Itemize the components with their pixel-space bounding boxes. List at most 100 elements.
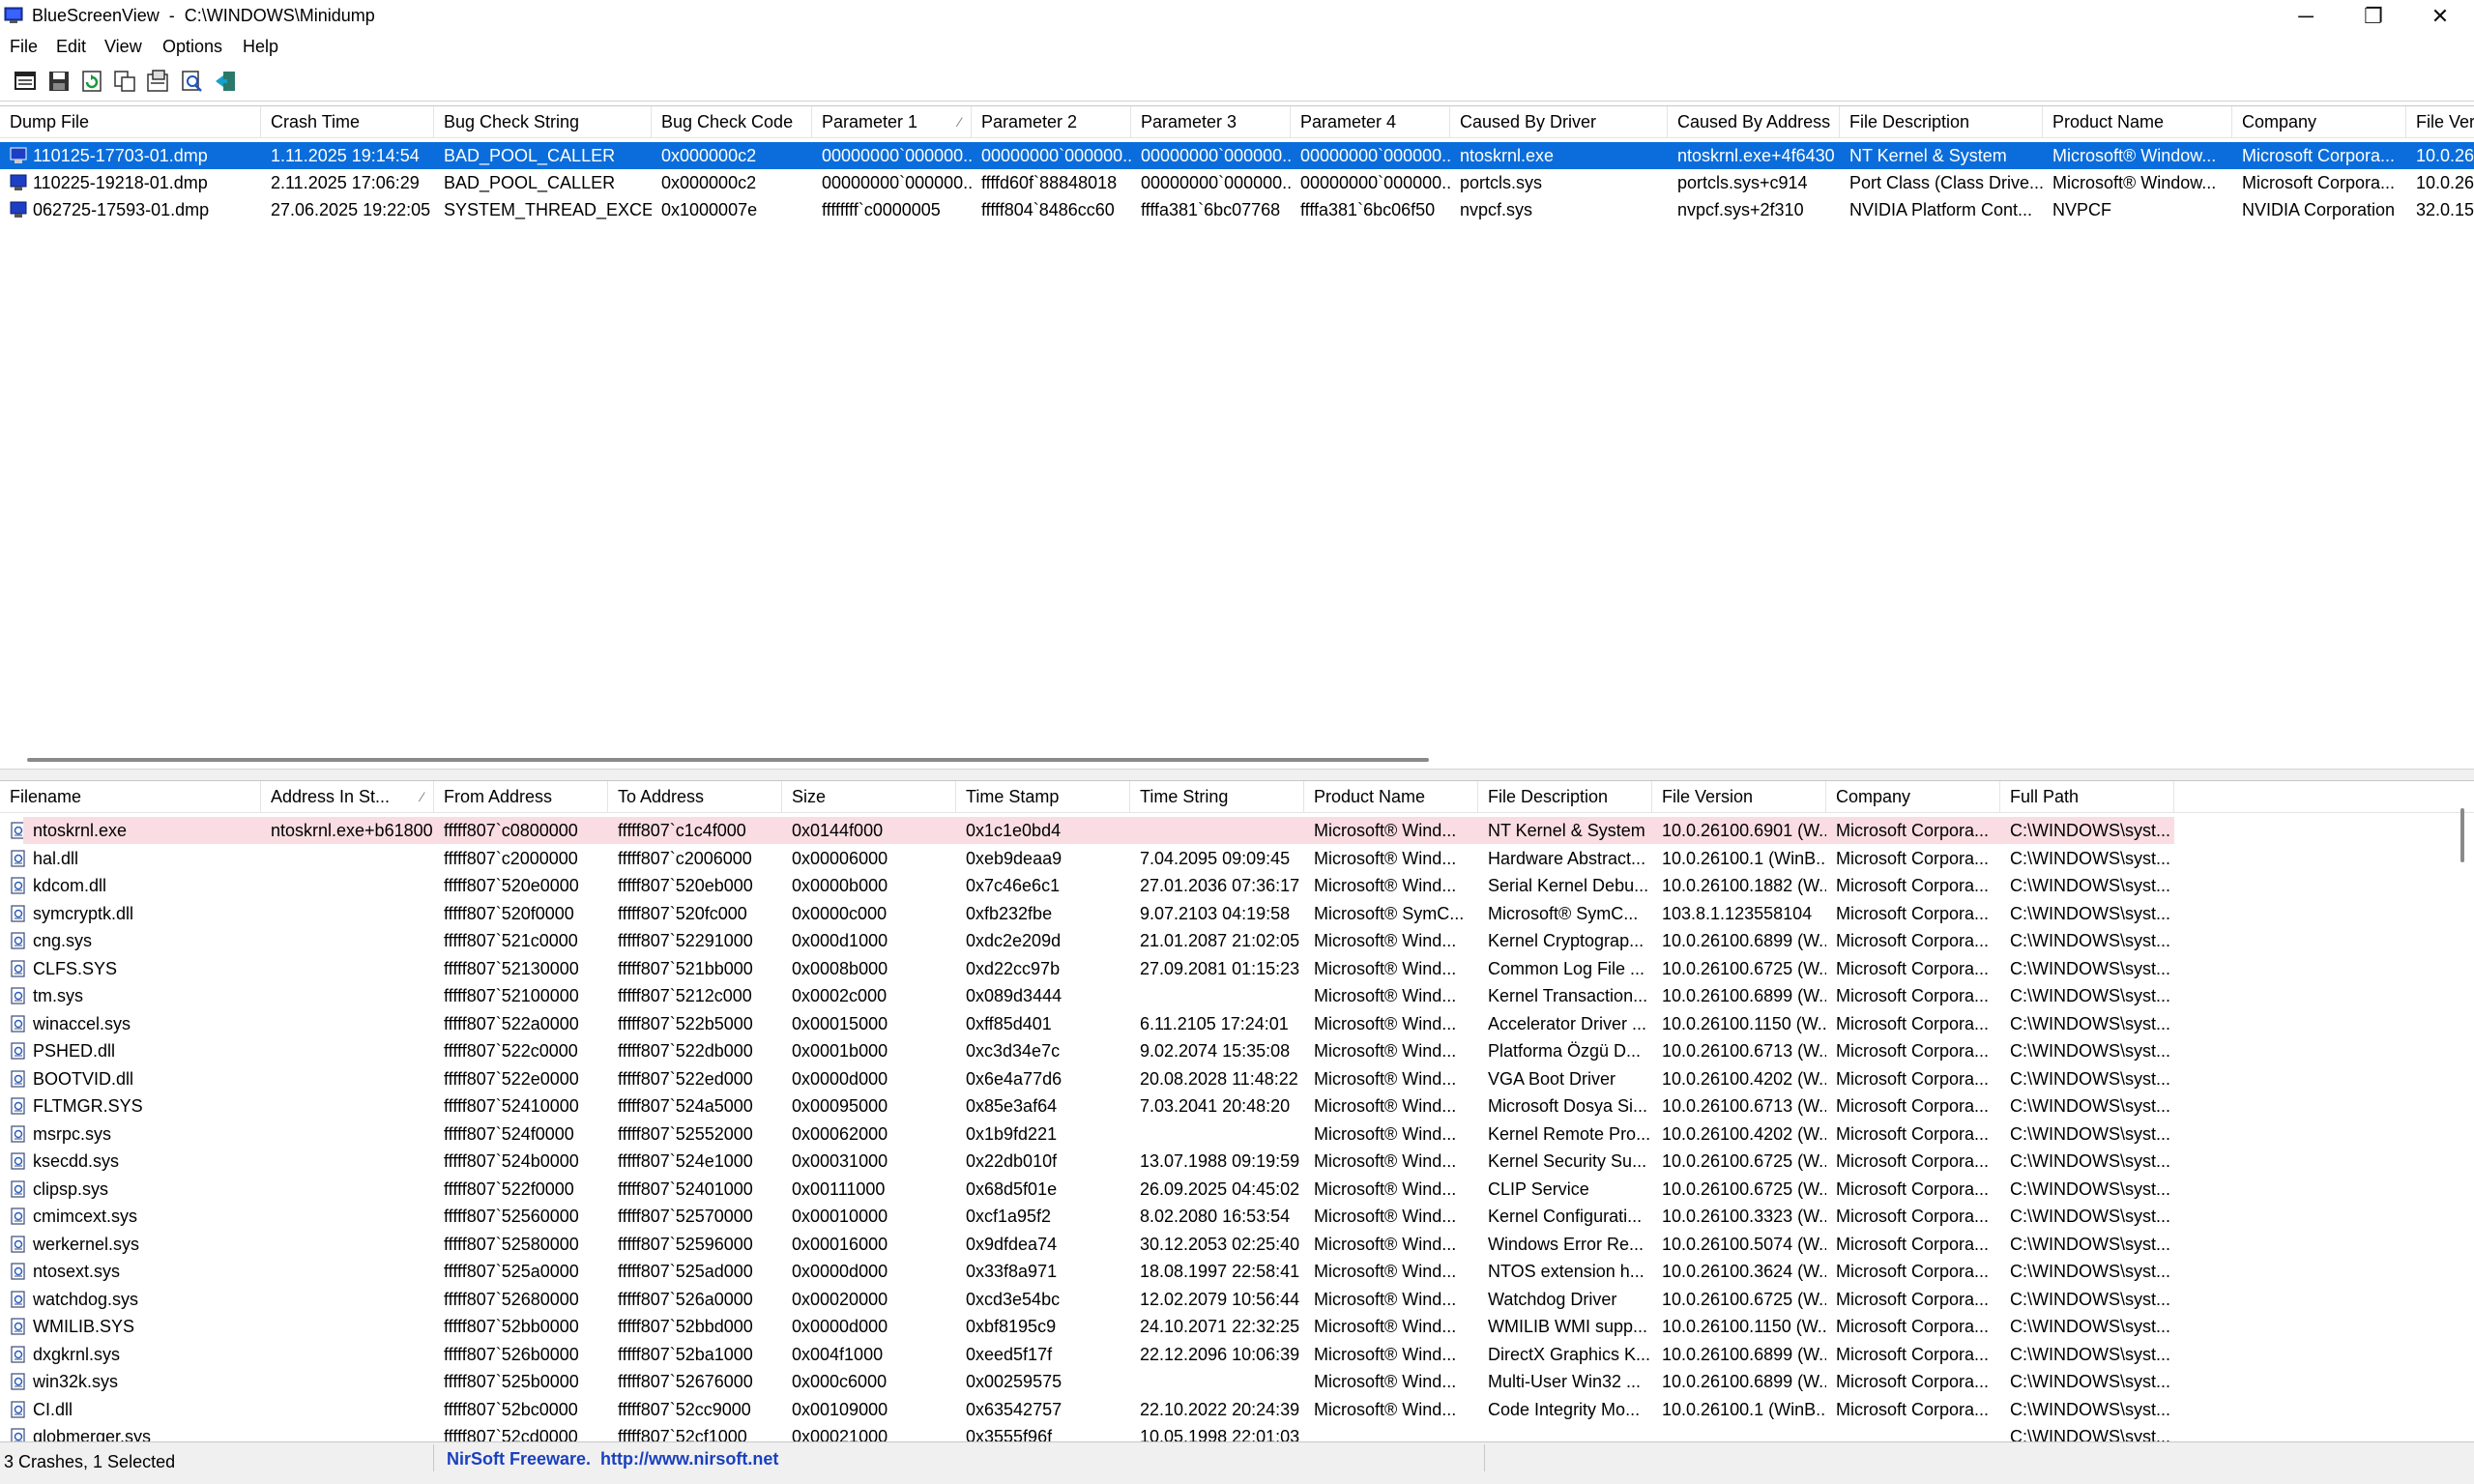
driver-row[interactable]: win32k.sys fffff807`525b0000 fffff807`5267…: [0, 1368, 2474, 1395]
driver-row[interactable]: ksecdd.sys fffff807`524b0000 fffff807`524e…: [0, 1148, 2474, 1175]
exit-button[interactable]: [214, 69, 239, 94]
driver-row[interactable]: globmerger.sys fffff807`52cd0000 fffff807`…: [0, 1423, 2474, 1441]
file-description: NVIDIA Platform Cont...: [1849, 200, 2033, 219]
full-path: C:\WINDOWS\syst...: [2010, 958, 2170, 978]
driver-row[interactable]: watchdog.sys fffff807`52680000 fffff807`52…: [0, 1286, 2474, 1313]
menu-options[interactable]: Options: [162, 37, 222, 57]
col-time-stamp[interactable]: Time Stamp: [956, 781, 1130, 812]
menu-edit[interactable]: Edit: [56, 37, 86, 57]
filename: ntosext.sys: [33, 1262, 121, 1281]
col-time-string[interactable]: Time String: [1130, 781, 1304, 812]
col-bug-check-string[interactable]: Bug Check String: [434, 106, 652, 137]
col-bug-check-code[interactable]: Bug Check Code: [652, 106, 812, 137]
col-caused-by-address[interactable]: Caused By Address: [1668, 106, 1840, 137]
file-description: Accelerator Driver ...: [1488, 1013, 1647, 1033]
horizontal-scrollbar[interactable]: [27, 758, 1429, 762]
address-in-stack: [261, 1286, 434, 1313]
driver-row[interactable]: clipsp.sys fffff807`522f0000 fffff807`5240…: [0, 1176, 2474, 1203]
time-stamp: 0xc3d34e7c: [966, 1041, 1061, 1061]
col-from-address[interactable]: From Address: [434, 781, 608, 812]
col-parameter-1[interactable]: Parameter 1 ⁄: [812, 106, 972, 137]
crash-row[interactable]: 062725-17593-01.dmp 27.06.2025 19:22:05 …: [0, 196, 2474, 223]
full-path: C:\WINDOWS\syst...: [2000, 817, 2174, 844]
driver-row[interactable]: FLTMGR.SYS fffff807`52410000 fffff807`524a…: [0, 1092, 2474, 1120]
crash-row[interactable]: 110125-17703-01.dmp 1.11.2025 19:14:54 B…: [0, 142, 2474, 169]
driver-row[interactable]: PSHED.dll fffff807`522c0000 fffff807`522db…: [0, 1037, 2474, 1064]
col-address-in-stack[interactable]: Address In St... ⁄: [261, 781, 434, 812]
driver-row[interactable]: cng.sys fffff807`521c0000 fffff807`5229100…: [0, 927, 2474, 954]
nirsoft-link[interactable]: NirSoft Freeware. http://www.nirsoft.net: [447, 1449, 778, 1469]
html-report-button[interactable]: [145, 69, 170, 94]
driver-row[interactable]: winaccel.sys fffff807`522a0000 fffff807`52…: [0, 1010, 2474, 1037]
copy-button[interactable]: [112, 69, 137, 94]
col-address-in-stack-label: Address In St...: [271, 787, 391, 806]
file-version: 10.0.26100.6713 (W...: [1662, 1041, 1826, 1061]
driver-row[interactable]: ntoskrnl.exe ntoskrnl.exe+b61800 fffff807`…: [0, 817, 2474, 844]
product-name: Microsoft® Wind...: [1314, 958, 1457, 978]
col-to-address[interactable]: To Address: [608, 781, 782, 812]
col-file-description[interactable]: File Description: [1478, 781, 1652, 812]
driver-row[interactable]: hal.dll fffff807`c2000000 fffff807`c200600…: [0, 845, 2474, 872]
file-version: 10.0.26100.6901 (W...: [1652, 817, 1826, 844]
address-in-stack: [261, 1368, 434, 1395]
col-size[interactable]: Size: [782, 781, 956, 812]
driver-row[interactable]: tm.sys fffff807`52100000 fffff807`5212c000…: [0, 982, 2474, 1009]
filename: CLFS.SYS: [33, 958, 118, 978]
to-address: fffff807`521bb000: [618, 958, 753, 978]
close-button[interactable]: ✕: [2406, 0, 2474, 33]
driver-row[interactable]: CI.dll fffff807`52bc0000 fffff807`52cc9000…: [0, 1396, 2474, 1423]
crash-dump-list[interactable]: Dump File Crash Time Bug Check String Bu…: [0, 105, 2474, 770]
col-crash-time[interactable]: Crash Time: [261, 106, 434, 137]
col-caused-by-driver[interactable]: Caused By Driver: [1450, 106, 1668, 137]
menu-file[interactable]: File: [10, 37, 38, 57]
menu-help[interactable]: Help: [243, 37, 278, 57]
driver-row[interactable]: CLFS.SYS fffff807`52130000 fffff807`521bb0…: [0, 955, 2474, 982]
caused-by-driver: ntoskrnl.exe: [1460, 146, 1555, 165]
save-button[interactable]: [46, 69, 72, 94]
product-name: Microsoft® Wind...: [1314, 1123, 1457, 1144]
driver-row[interactable]: symcryptk.dll fffff807`520f0000 fffff807`5…: [0, 900, 2474, 927]
col-parameter-2[interactable]: Parameter 2: [972, 106, 1131, 137]
col-company[interactable]: Company: [2232, 106, 2406, 137]
driver-row[interactable]: cmimcext.sys fffff807`52560000 fffff807`52…: [0, 1203, 2474, 1230]
file-version: 10.0.26100.1 (WinB...: [1662, 1399, 1826, 1419]
driver-row[interactable]: werkernel.sys fffff807`52580000 fffff807`5…: [0, 1231, 2474, 1258]
refresh-icon: [82, 71, 102, 92]
file-description: DirectX Graphics K...: [1488, 1344, 1651, 1364]
vertical-scrollbar[interactable]: [2460, 808, 2464, 862]
col-full-path[interactable]: Full Path: [2000, 781, 2174, 812]
crash-row[interactable]: 110225-19218-01.dmp 2.11.2025 17:06:29 B…: [0, 169, 2474, 196]
properties-icon: [15, 72, 36, 90]
col-file-version[interactable]: File Vers: [2406, 106, 2474, 137]
driver-row[interactable]: kdcom.dll fffff807`520e0000 fffff807`520eb…: [0, 872, 2474, 899]
find-button[interactable]: [180, 69, 205, 94]
col-product-name[interactable]: Product Name: [2043, 106, 2232, 137]
driver-row[interactable]: ntosext.sys fffff807`525a0000 fffff807`525…: [0, 1258, 2474, 1285]
driver-row[interactable]: dxgkrnl.sys fffff807`526b0000 fffff807`52b…: [0, 1341, 2474, 1368]
refresh-button[interactable]: [79, 69, 104, 94]
from-address: fffff807`524b0000: [444, 1151, 579, 1171]
filename: tm.sys: [33, 986, 83, 1005]
col-parameter-3[interactable]: Parameter 3: [1131, 106, 1291, 137]
driver-list[interactable]: Filename Address In St... ⁄ From Address …: [0, 780, 2474, 1441]
driver-row[interactable]: BOOTVID.dll fffff807`522e0000 fffff807`522…: [0, 1065, 2474, 1092]
file-description: Multi-User Win32 ...: [1488, 1372, 1642, 1391]
col-file-description[interactable]: File Description: [1840, 106, 2043, 137]
driver-row[interactable]: WMILIB.SYS fffff807`52bb0000 fffff807`52bb…: [0, 1313, 2474, 1340]
col-dump-file[interactable]: Dump File: [0, 106, 261, 137]
col-file-version[interactable]: File Version: [1652, 781, 1826, 812]
col-product-name[interactable]: Product Name: [1304, 781, 1478, 812]
full-path: C:\WINDOWS\syst...: [2010, 1041, 2170, 1061]
col-company[interactable]: Company: [1826, 781, 2000, 812]
minimize-button[interactable]: ─: [2272, 0, 2340, 33]
from-address: fffff807`52130000: [444, 958, 579, 978]
file-description: Port Class (Class Drive...: [1849, 173, 2043, 192]
driver-row[interactable]: msrpc.sys fffff807`524f0000 fffff807`52552…: [0, 1120, 2474, 1148]
col-parameter-4[interactable]: Parameter 4: [1291, 106, 1450, 137]
from-address: fffff807`521c0000: [444, 931, 578, 950]
properties-button[interactable]: [13, 69, 38, 94]
restore-button[interactable]: ❐: [2340, 0, 2407, 33]
size: 0x0002c000: [792, 986, 888, 1005]
menu-view[interactable]: View: [104, 37, 142, 57]
col-filename[interactable]: Filename: [0, 781, 261, 812]
